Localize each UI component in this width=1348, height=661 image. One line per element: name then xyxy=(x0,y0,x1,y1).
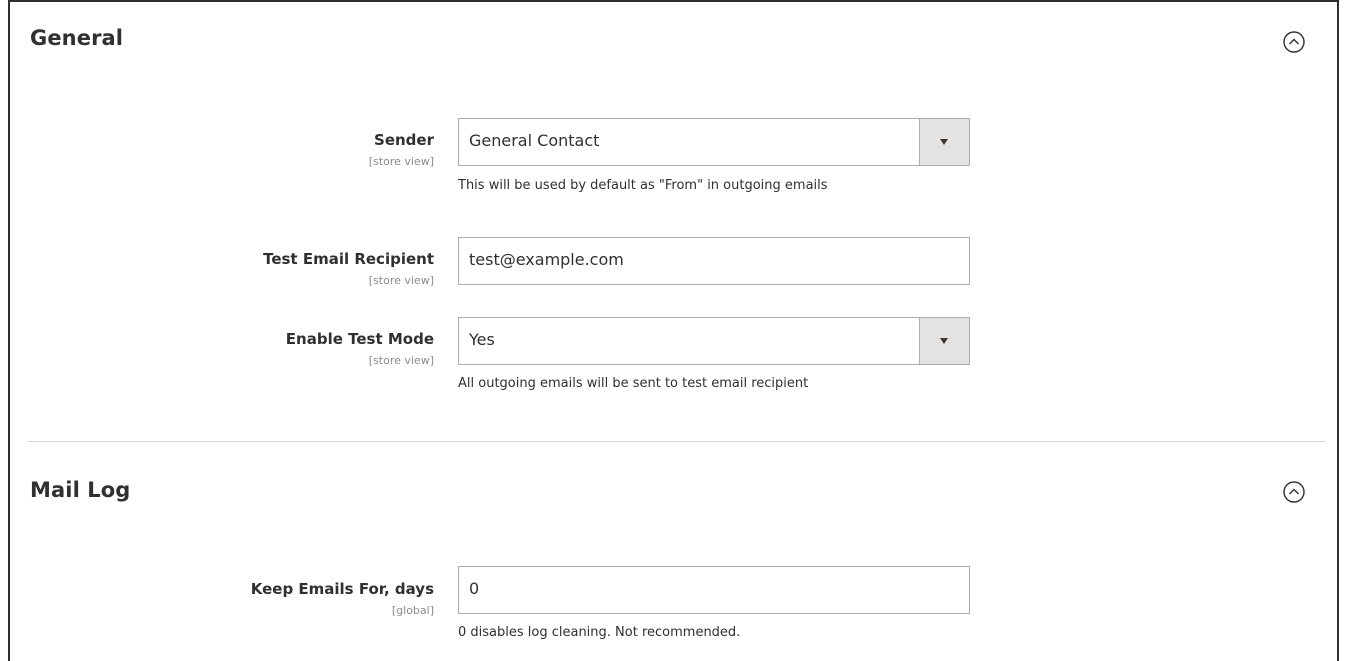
test-mode-scope: [store view] xyxy=(368,354,434,367)
test-recipient-label: Test Email Recipient xyxy=(263,250,434,268)
test-mode-dropdown-button[interactable] xyxy=(919,318,969,364)
config-panel: General Sender [store view] General Cont… xyxy=(8,0,1339,661)
triangle-down-icon xyxy=(940,139,948,145)
sender-selected-value: General Contact xyxy=(469,131,600,150)
sender-dropdown-button[interactable] xyxy=(919,119,969,165)
test-mode-label: Enable Test Mode xyxy=(285,330,434,348)
test-recipient-scope: [store view] xyxy=(368,274,434,287)
sender-select[interactable]: General Contact xyxy=(458,118,970,166)
sender-scope: [store view] xyxy=(368,155,434,168)
test-mode-selected-value: Yes xyxy=(469,330,495,349)
section-title-general[interactable]: General xyxy=(30,26,123,50)
keep-days-scope: [global] xyxy=(391,604,434,617)
section-divider xyxy=(28,441,1326,442)
test-mode-note: All outgoing emails will be sent to test… xyxy=(458,376,809,391)
test-recipient-input[interactable]: test@example.com xyxy=(458,237,970,285)
keep-days-input[interactable]: 0 xyxy=(458,566,970,614)
sender-label: Sender xyxy=(374,131,434,149)
chevron-up-circle-icon[interactable] xyxy=(1282,480,1306,504)
keep-days-value: 0 xyxy=(469,579,480,598)
test-mode-select[interactable]: Yes xyxy=(458,317,970,365)
keep-days-note: 0 disables log cleaning. Not recommended… xyxy=(458,625,741,640)
test-recipient-value: test@example.com xyxy=(469,250,624,269)
section-title-mail-log[interactable]: Mail Log xyxy=(30,478,130,502)
triangle-down-icon xyxy=(940,338,948,344)
sender-note: This will be used by default as "From" i… xyxy=(458,178,828,193)
keep-days-label: Keep Emails For, days xyxy=(250,580,434,598)
chevron-up-circle-icon[interactable] xyxy=(1282,30,1306,54)
